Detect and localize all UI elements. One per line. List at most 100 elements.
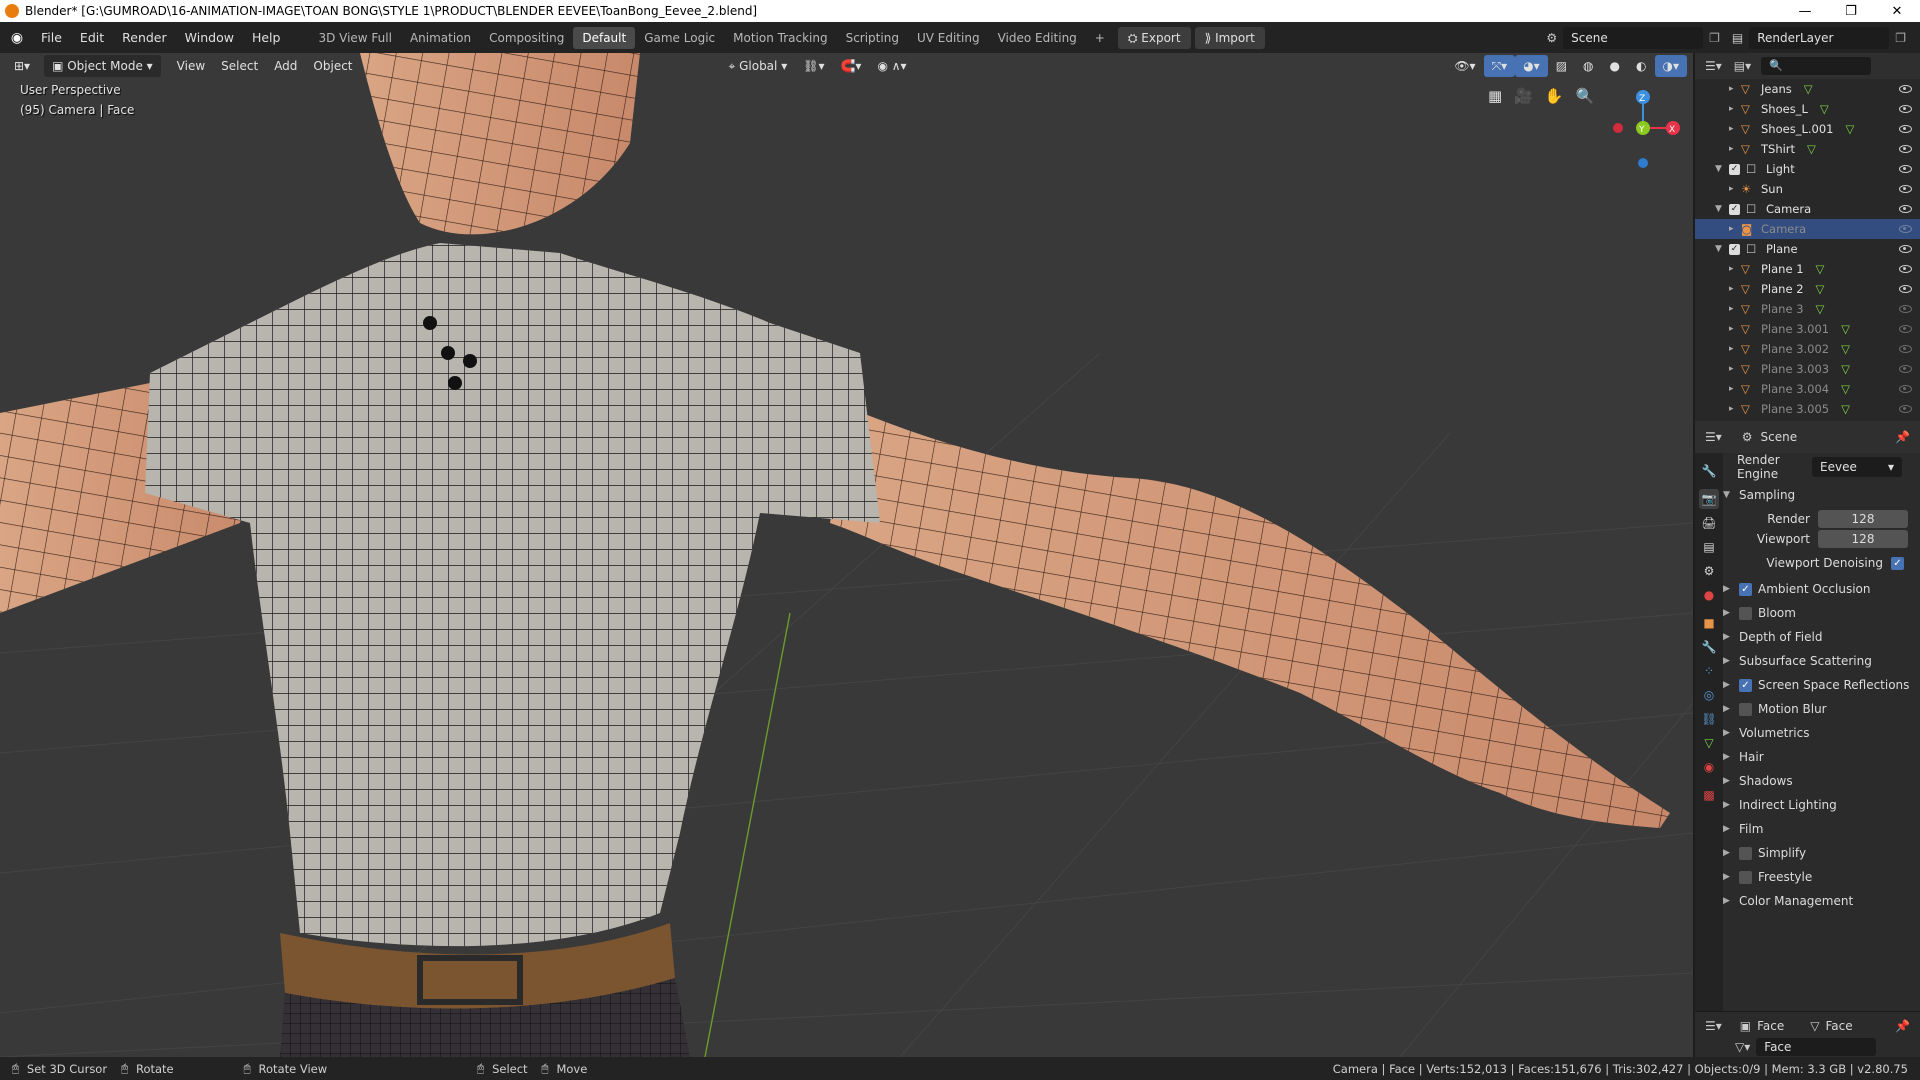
outliner-row[interactable]: ▼ ✓ ☐ Camera xyxy=(1695,199,1920,219)
constraints-tab-icon[interactable]: ⛓ xyxy=(1699,709,1719,729)
exclude-checkbox[interactable]: ✓ xyxy=(1729,243,1740,255)
render-tab-icon[interactable]: 📷 xyxy=(1699,489,1719,509)
world-tab-icon[interactable]: ● xyxy=(1699,585,1719,605)
scene-icon[interactable]: ⚙ xyxy=(1546,31,1557,45)
expand-toggle-icon[interactable]: ▸ xyxy=(1729,144,1741,154)
shading-solid-icon[interactable]: ● xyxy=(1602,55,1628,77)
tab-default[interactable]: Default xyxy=(573,26,636,49)
eye-closed-icon[interactable] xyxy=(1899,305,1912,313)
outliner-row[interactable]: ▼ ✓ ☐ Light xyxy=(1695,159,1920,179)
menu-select[interactable]: Select xyxy=(213,55,266,77)
import-button[interactable]: ⟫ Import xyxy=(1194,26,1265,49)
gizmo-toggle-icon[interactable]: ⤧▾ xyxy=(1483,55,1516,77)
eye-open-icon[interactable] xyxy=(1899,265,1912,273)
panel-header[interactable]: ▶ Shadows xyxy=(1723,769,1920,793)
panel-checkbox[interactable] xyxy=(1739,870,1752,884)
menu-render[interactable]: Render xyxy=(113,30,176,45)
eye-open-icon[interactable] xyxy=(1899,205,1912,213)
particles-tab-icon[interactable]: ⁘ xyxy=(1699,661,1719,681)
face-data-field[interactable]: Face xyxy=(1756,1038,1877,1056)
camera-view-icon[interactable]: 🎥 xyxy=(1514,87,1533,105)
material-tab-icon[interactable]: ◉ xyxy=(1699,757,1719,777)
gizmo-neg-z-icon[interactable] xyxy=(1638,158,1648,168)
expand-toggle-icon[interactable]: ▸ xyxy=(1729,404,1741,414)
transform-orientation[interactable]: ⌖ Global ▾ xyxy=(721,55,796,77)
tab-motion-tracking[interactable]: Motion Tracking xyxy=(724,27,836,49)
outliner-row[interactable]: ▸ ▽ Plane 3.001 ▽ xyxy=(1695,319,1920,339)
menu-file[interactable]: File xyxy=(32,30,71,45)
expand-toggle-icon[interactable]: ▸ xyxy=(1729,84,1741,94)
mesh-data-icon[interactable]: ▽ xyxy=(1816,302,1825,316)
eye-open-icon[interactable] xyxy=(1899,85,1912,93)
zoom-icon[interactable]: 🔍 xyxy=(1576,87,1595,105)
menu-add[interactable]: Add xyxy=(266,55,305,77)
eye-closed-icon[interactable] xyxy=(1899,365,1912,373)
panel-header[interactable]: ▶ Depth of Field xyxy=(1723,625,1920,649)
xray-icon[interactable]: ▨ xyxy=(1548,55,1575,77)
eye-open-icon[interactable] xyxy=(1899,285,1912,293)
outliner-row[interactable]: ▸ ◙ Camera xyxy=(1695,219,1920,239)
mode-selector[interactable]: ▣ Object Mode ▾ xyxy=(44,55,161,77)
display-mode-icon[interactable]: ▤▾ xyxy=(1734,59,1751,73)
eye-open-icon[interactable] xyxy=(1899,245,1912,253)
exclude-checkbox[interactable]: ✓ xyxy=(1729,203,1740,215)
mesh-data-icon[interactable]: ▽ xyxy=(1841,382,1850,396)
mesh-data-icon[interactable]: ▽ xyxy=(1845,122,1854,136)
proportional-edit-icon[interactable]: ◉ ∧▾ xyxy=(869,55,914,77)
expand-toggle-icon[interactable]: ▼ xyxy=(1715,204,1727,214)
grid-toggle-icon[interactable]: ▦ xyxy=(1488,87,1502,105)
expand-toggle-icon[interactable]: ▸ xyxy=(1729,364,1741,374)
view-layer-selector[interactable]: RenderLayer xyxy=(1749,26,1890,49)
outliner-editor-icon[interactable]: ☰▾ xyxy=(1705,59,1722,73)
panel-header[interactable]: ▶ Subsurface Scattering xyxy=(1723,649,1920,673)
tab-animation[interactable]: Animation xyxy=(401,27,480,49)
mesh-data-icon[interactable]: ▽ xyxy=(1816,262,1825,276)
tab-uv-editing[interactable]: UV Editing xyxy=(908,27,989,49)
lower-editor-icon[interactable]: ☰▾ xyxy=(1705,1019,1722,1033)
eye-open-icon[interactable] xyxy=(1899,125,1912,133)
mesh-data-icon[interactable]: ▽ xyxy=(1816,282,1825,296)
eye-closed-icon[interactable] xyxy=(1899,345,1912,353)
output-tab-icon[interactable]: 🖨 xyxy=(1699,513,1719,533)
outliner-row[interactable]: ▸ ▽ Jeans ▽ xyxy=(1695,79,1920,99)
panel-header[interactable]: ▶ ✓ Screen Space Reflections xyxy=(1723,673,1920,697)
outliner-row[interactable]: ▸ ▽ Plane 3.004 ▽ xyxy=(1695,379,1920,399)
eye-open-icon[interactable] xyxy=(1899,105,1912,113)
mesh-data-icon[interactable]: ▽ xyxy=(1841,342,1850,356)
outliner-row[interactable]: ▸ ▽ Plane 3.003 ▽ xyxy=(1695,359,1920,379)
tab-game-logic[interactable]: Game Logic xyxy=(635,27,724,49)
data-tab-icon[interactable]: ▽ xyxy=(1699,733,1719,753)
tab-scripting[interactable]: Scripting xyxy=(837,27,908,49)
visibility-icon[interactable]: 👁▾ xyxy=(1446,55,1483,77)
pan-hand-icon[interactable]: ✋ xyxy=(1545,87,1564,105)
expand-toggle-icon[interactable]: ▸ xyxy=(1729,304,1741,314)
expand-toggle-icon[interactable]: ▸ xyxy=(1729,184,1741,194)
render-samples-field[interactable]: 128 xyxy=(1818,510,1908,528)
eye-open-icon[interactable] xyxy=(1899,185,1912,193)
blender-menu-icon[interactable]: ◉ xyxy=(8,29,26,47)
pin-icon[interactable]: 📌 xyxy=(1895,430,1910,444)
expand-toggle-icon[interactable]: ▼ xyxy=(1715,164,1727,174)
menu-object[interactable]: Object xyxy=(305,55,360,77)
exclude-checkbox[interactable]: ✓ xyxy=(1729,163,1740,175)
mesh-data-icon[interactable]: ▽ xyxy=(1807,142,1816,156)
properties-editor-icon[interactable]: ☰▾ xyxy=(1705,430,1722,444)
panel-header[interactable]: ▶ Color Management xyxy=(1723,889,1920,913)
expand-toggle-icon[interactable]: ▼ xyxy=(1715,244,1727,254)
expand-toggle-icon[interactable]: ▸ xyxy=(1729,284,1741,294)
new-view-layer-icon[interactable]: ❐ xyxy=(1895,31,1906,45)
texture-tab-icon[interactable]: ▩ xyxy=(1699,785,1719,805)
minimize-button[interactable]: — xyxy=(1782,0,1828,22)
panel-header[interactable]: ▶ Bloom xyxy=(1723,601,1920,625)
mesh-data-icon[interactable]: ▽ xyxy=(1820,102,1829,116)
3d-viewport[interactable]: ⊞▾ ▣ Object Mode ▾ View Select Add Objec… xyxy=(0,53,1693,1057)
panel-header[interactable]: ▶ Freestyle xyxy=(1723,865,1920,889)
mesh-data-icon[interactable]: ▽ xyxy=(1841,362,1850,376)
panel-header[interactable]: ▶ Simplify xyxy=(1723,841,1920,865)
eye-open-icon[interactable] xyxy=(1899,145,1912,153)
overlay-toggle-icon[interactable]: ◕▾ xyxy=(1515,55,1548,77)
panel-header[interactable]: ▶ Hair xyxy=(1723,745,1920,769)
eye-closed-icon[interactable] xyxy=(1899,325,1912,333)
face-mesh-icon[interactable]: ▽ xyxy=(1810,1019,1819,1033)
physics-tab-icon[interactable]: ◎ xyxy=(1699,685,1719,705)
